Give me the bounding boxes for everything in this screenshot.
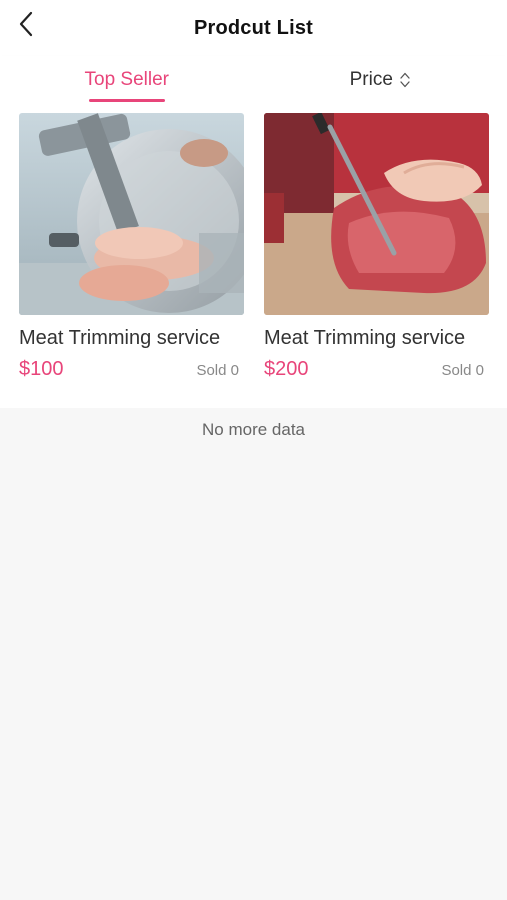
product-price: $200 bbox=[264, 358, 309, 380]
tab-price[interactable]: Price bbox=[254, 56, 507, 104]
product-card[interactable]: Meat Trimming service $200 Sold 0 bbox=[264, 113, 489, 408]
product-meta: $200 Sold 0 bbox=[264, 358, 489, 381]
meat-slicer-photo bbox=[19, 113, 244, 315]
page-title: Prodcut List bbox=[193, 16, 314, 39]
active-tab-indicator bbox=[88, 99, 165, 102]
tab-label: Price bbox=[349, 69, 393, 90]
app-header: Prodcut List bbox=[0, 0, 507, 56]
product-price: $100 bbox=[19, 358, 64, 380]
sort-tabs: Top Seller Price bbox=[0, 56, 507, 104]
sort-arrows-icon bbox=[399, 71, 411, 89]
product-meta: $100 Sold 0 bbox=[19, 358, 244, 381]
product-title: Meat Trimming service bbox=[264, 327, 466, 349]
back-arrow-icon bbox=[18, 11, 34, 42]
product-title: Meat Trimming service bbox=[19, 327, 221, 349]
tab-label: Top Seller bbox=[84, 69, 170, 90]
product-list-page: Prodcut List Top Seller Price Meat Trimm… bbox=[0, 0, 507, 900]
product-grid: Meat Trimming service $100 Sold 0 Meat T… bbox=[0, 104, 507, 408]
product-card[interactable]: Meat Trimming service $100 Sold 0 bbox=[19, 113, 244, 408]
no-more-data-text: No more data bbox=[202, 420, 305, 439]
beef-cutting-photo bbox=[264, 113, 489, 315]
sold-count: Sold 0 bbox=[196, 362, 239, 379]
sold-count: Sold 0 bbox=[441, 362, 484, 379]
tab-top-seller[interactable]: Top Seller bbox=[0, 56, 254, 104]
back-button[interactable] bbox=[12, 11, 40, 42]
